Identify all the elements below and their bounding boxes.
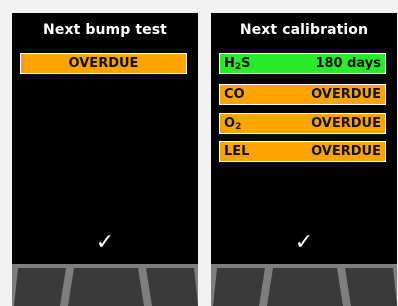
gas-label: LEL (224, 144, 250, 159)
bump-test-screen: Next bump test OVERDUE ✓ (12, 13, 198, 306)
calibration-row-o2: O2 OVERDUE (219, 113, 386, 134)
checkmark-icon: ✓ (294, 230, 314, 255)
softkey-right[interactable] (146, 268, 198, 306)
softkey-bar (211, 264, 397, 306)
softkey-right[interactable] (345, 268, 397, 306)
gas-label: H2S (224, 56, 251, 72)
calibration-value: 180 days (315, 56, 381, 71)
softkey-left[interactable] (14, 268, 66, 306)
gas-label: CO (224, 87, 245, 102)
calibration-value: OVERDUE (311, 87, 381, 102)
softkey-center[interactable] (68, 268, 144, 306)
calibration-screen: Next calibration H2S 180 days CO OVERDUE… (211, 13, 397, 306)
softkey-left[interactable] (213, 268, 265, 306)
gas-label: O2 (224, 116, 242, 132)
calibration-title: Next calibration (239, 22, 369, 38)
calibration-value: OVERDUE (311, 144, 381, 159)
bump-test-status-row: OVERDUE (20, 53, 187, 74)
checkmark-icon: ✓ (95, 230, 115, 255)
softkey-center[interactable] (267, 268, 343, 306)
calibration-row-co: CO OVERDUE (219, 84, 386, 105)
calibration-row-h2s: H2S 180 days (219, 53, 386, 74)
calibration-value: OVERDUE (311, 116, 381, 131)
bump-test-status: OVERDUE (68, 56, 139, 71)
bump-test-title: Next bump test (43, 22, 167, 38)
softkey-bar (12, 264, 198, 306)
calibration-row-lel: LEL OVERDUE (219, 141, 386, 162)
